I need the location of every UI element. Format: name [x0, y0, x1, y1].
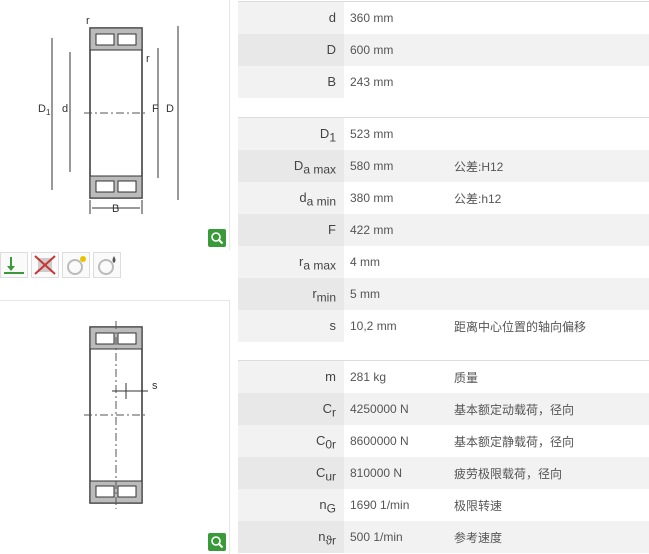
row-value: 600 mm	[350, 43, 394, 57]
label-d1: D	[38, 103, 46, 115]
dimension-group-mounting: D1 523 mm Da max 580 mm 公差:H12 da min 380 mm…	[238, 117, 649, 342]
radial-load-icon	[0, 252, 28, 278]
row-label-sub: 0r	[325, 437, 336, 452]
table-row: Da max 580 mm 公差:H12	[238, 150, 649, 182]
row-value: 360 mm	[350, 11, 394, 25]
row-label: d	[299, 190, 307, 205]
row-label: D	[319, 126, 330, 141]
row-label: m	[325, 369, 336, 384]
row-note: 公差:H12	[454, 159, 504, 174]
table-row: da min 380 mm 公差:h12	[238, 182, 649, 214]
table-row: rmin 5 mm	[238, 278, 649, 310]
row-label: B	[327, 74, 336, 89]
row-label-sub: min	[316, 290, 336, 305]
label-r-top: r	[86, 15, 90, 27]
label-d: d	[62, 103, 68, 115]
drawings-panel: r r D 1 d F D B s	[0, 0, 230, 554]
row-value: 4250000 N	[350, 402, 409, 416]
row-note: 基本额定动载荷，径向	[454, 402, 575, 417]
dimension-group-main: d 360 mm D 600 mm B 243 mm	[238, 1, 649, 98]
label-f: F	[152, 103, 159, 115]
row-value: 810000 N	[350, 466, 403, 480]
row-value: 422 mm	[350, 223, 394, 237]
table-row: D 600 mm	[238, 34, 649, 66]
row-value: 523 mm	[350, 127, 394, 141]
label-b: B	[112, 203, 119, 215]
table-row: D1 523 mm	[238, 118, 649, 150]
bearing-offset-svg: s	[84, 321, 158, 509]
bearing-offset-drawing: s	[0, 300, 230, 554]
row-note: 基本额定静载荷，径向	[454, 434, 575, 449]
speed-icon	[62, 252, 90, 278]
feature-icons	[0, 252, 121, 278]
row-note: 疲劳极限载荷，径向	[454, 466, 563, 481]
row-label-sub: a min	[306, 194, 336, 209]
bearing-dimension-drawing: r r D 1 d F D B	[0, 0, 230, 250]
row-label: D	[326, 42, 336, 57]
row-label-sub: 1	[329, 130, 336, 145]
bearing-cross-section-svg: r r D 1 d F D B	[38, 15, 179, 215]
row-label: C	[315, 433, 326, 448]
table-row: ra max 4 mm	[238, 246, 649, 278]
row-label-sub: ur	[325, 469, 336, 484]
row-value: 380 mm	[350, 191, 394, 205]
table-row: F 422 mm	[238, 214, 649, 246]
row-note: 质量	[454, 370, 479, 385]
row-note: 极限转速	[454, 498, 503, 513]
row-label-sub: r	[332, 405, 336, 420]
row-label: F	[328, 222, 336, 237]
lubrication-icon	[93, 252, 121, 278]
row-label-sub: a max	[303, 258, 336, 273]
table-row: m 281 kg 质量	[238, 361, 649, 393]
table-row: s 10,2 mm 距离中心位置的轴向偏移	[238, 310, 649, 342]
table-row: C0r 8600000 N 基本额定静载荷，径向	[238, 425, 649, 457]
row-label: n	[319, 497, 327, 512]
row-value: 10,2 mm	[350, 319, 397, 333]
label-dd: D	[166, 103, 174, 115]
row-value: 1690 1/min	[350, 498, 410, 512]
row-value: 500 1/min	[350, 530, 403, 544]
row-note: 参考速度	[454, 530, 503, 545]
no-axial-load-icon	[31, 252, 59, 278]
table-row: d 360 mm	[238, 2, 649, 34]
zoom-icon[interactable]	[208, 533, 226, 551]
row-value: 5 mm	[350, 287, 380, 301]
row-value: 243 mm	[350, 75, 394, 89]
label-s: s	[152, 380, 158, 392]
row-label: s	[329, 318, 337, 333]
row-label-sub: ϑr	[325, 533, 336, 548]
table-row: nG 1690 1/min 极限转速	[238, 489, 649, 521]
row-value: 580 mm	[350, 159, 394, 173]
table-row: Cr 4250000 N 基本额定动载荷，径向	[238, 393, 649, 425]
row-label: C	[315, 465, 326, 480]
row-value: 281 kg	[350, 370, 387, 384]
table-row: nϑr 500 1/min 参考速度	[238, 521, 649, 553]
row-label-sub: a max	[303, 162, 336, 177]
table-row: Cur 810000 N 疲劳极限载荷，径向	[238, 457, 649, 489]
row-label: C	[322, 401, 332, 416]
row-note: 距离中心位置的轴向偏移	[454, 319, 587, 334]
label-d1-sub: 1	[46, 108, 51, 117]
performance-group: m 281 kg 质量 Cr 4250000 N 基本额定动载荷，径向 C0r 86000…	[238, 360, 649, 553]
row-label: d	[328, 10, 336, 25]
row-label-sub: G	[326, 501, 336, 516]
table-row: B 243 mm	[238, 66, 649, 98]
zoom-icon[interactable]	[208, 229, 226, 247]
label-r-side: r	[146, 53, 150, 65]
row-label: D	[293, 158, 304, 173]
row-value: 8600000 N	[350, 434, 409, 448]
row-value: 4 mm	[350, 255, 380, 269]
row-note: 公差:h12	[454, 191, 502, 206]
